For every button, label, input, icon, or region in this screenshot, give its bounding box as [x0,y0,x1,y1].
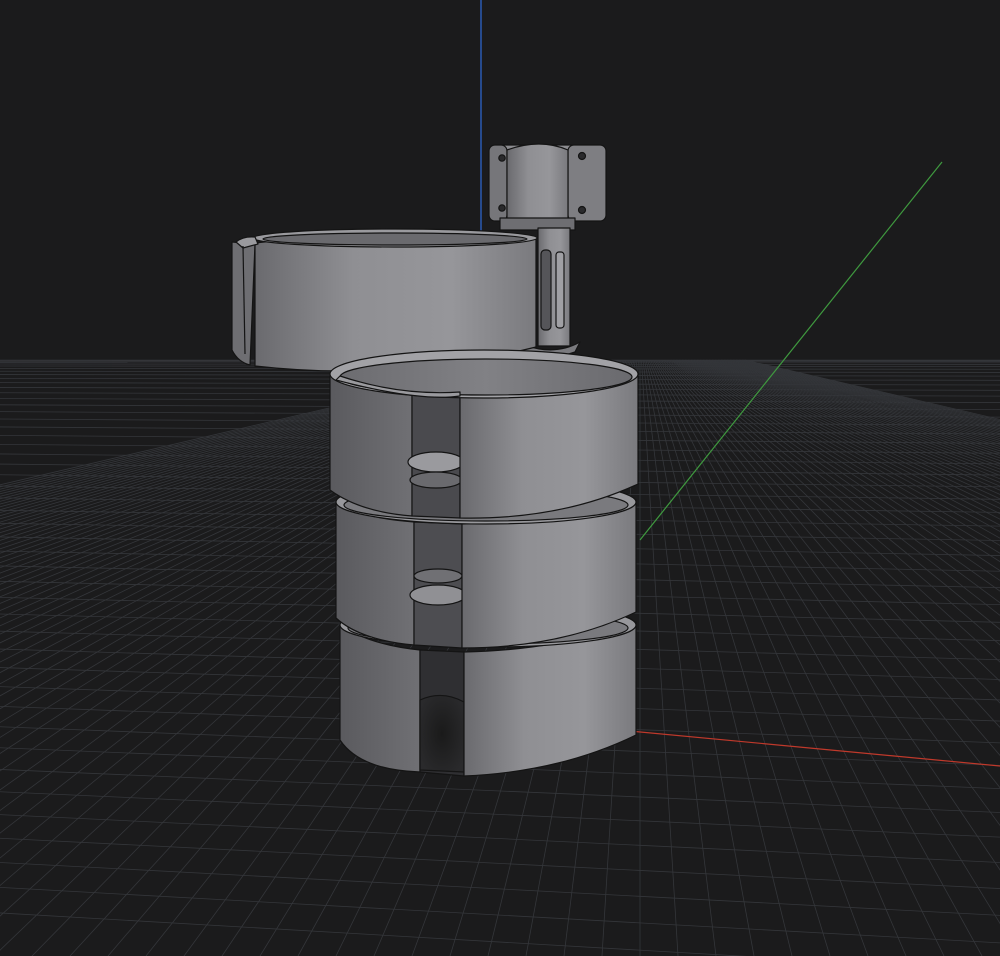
grid-line [642,359,717,956]
grid-line [722,359,1000,443]
grid-line [0,791,1000,838]
grid-line [650,359,907,956]
clamp-block[interactable] [488,143,607,231]
3d-viewport[interactable] [0,0,1000,956]
stack-tier-top[interactable] [329,349,639,519]
grid-line [719,359,1000,447]
scene-canvas[interactable] [0,0,1000,956]
grid-line [641,359,679,956]
grid-line [728,359,1000,436]
grid-line [651,359,945,956]
grid-line [647,359,831,956]
screw-hole-icon [577,205,587,215]
y-axis-line [639,161,943,541]
grid-line [710,359,1000,462]
grid-line [0,837,1000,889]
grid-line [701,359,1000,480]
grid-line [645,359,793,956]
screw-hole-icon [498,204,506,212]
grid-line [0,814,1000,863]
grid-line [0,886,1000,944]
grid-line [720,359,1000,445]
screw-hole-icon [577,151,587,161]
grid-line [717,359,1000,449]
screw-hole-icon [498,154,506,162]
model[interactable] [231,143,639,777]
